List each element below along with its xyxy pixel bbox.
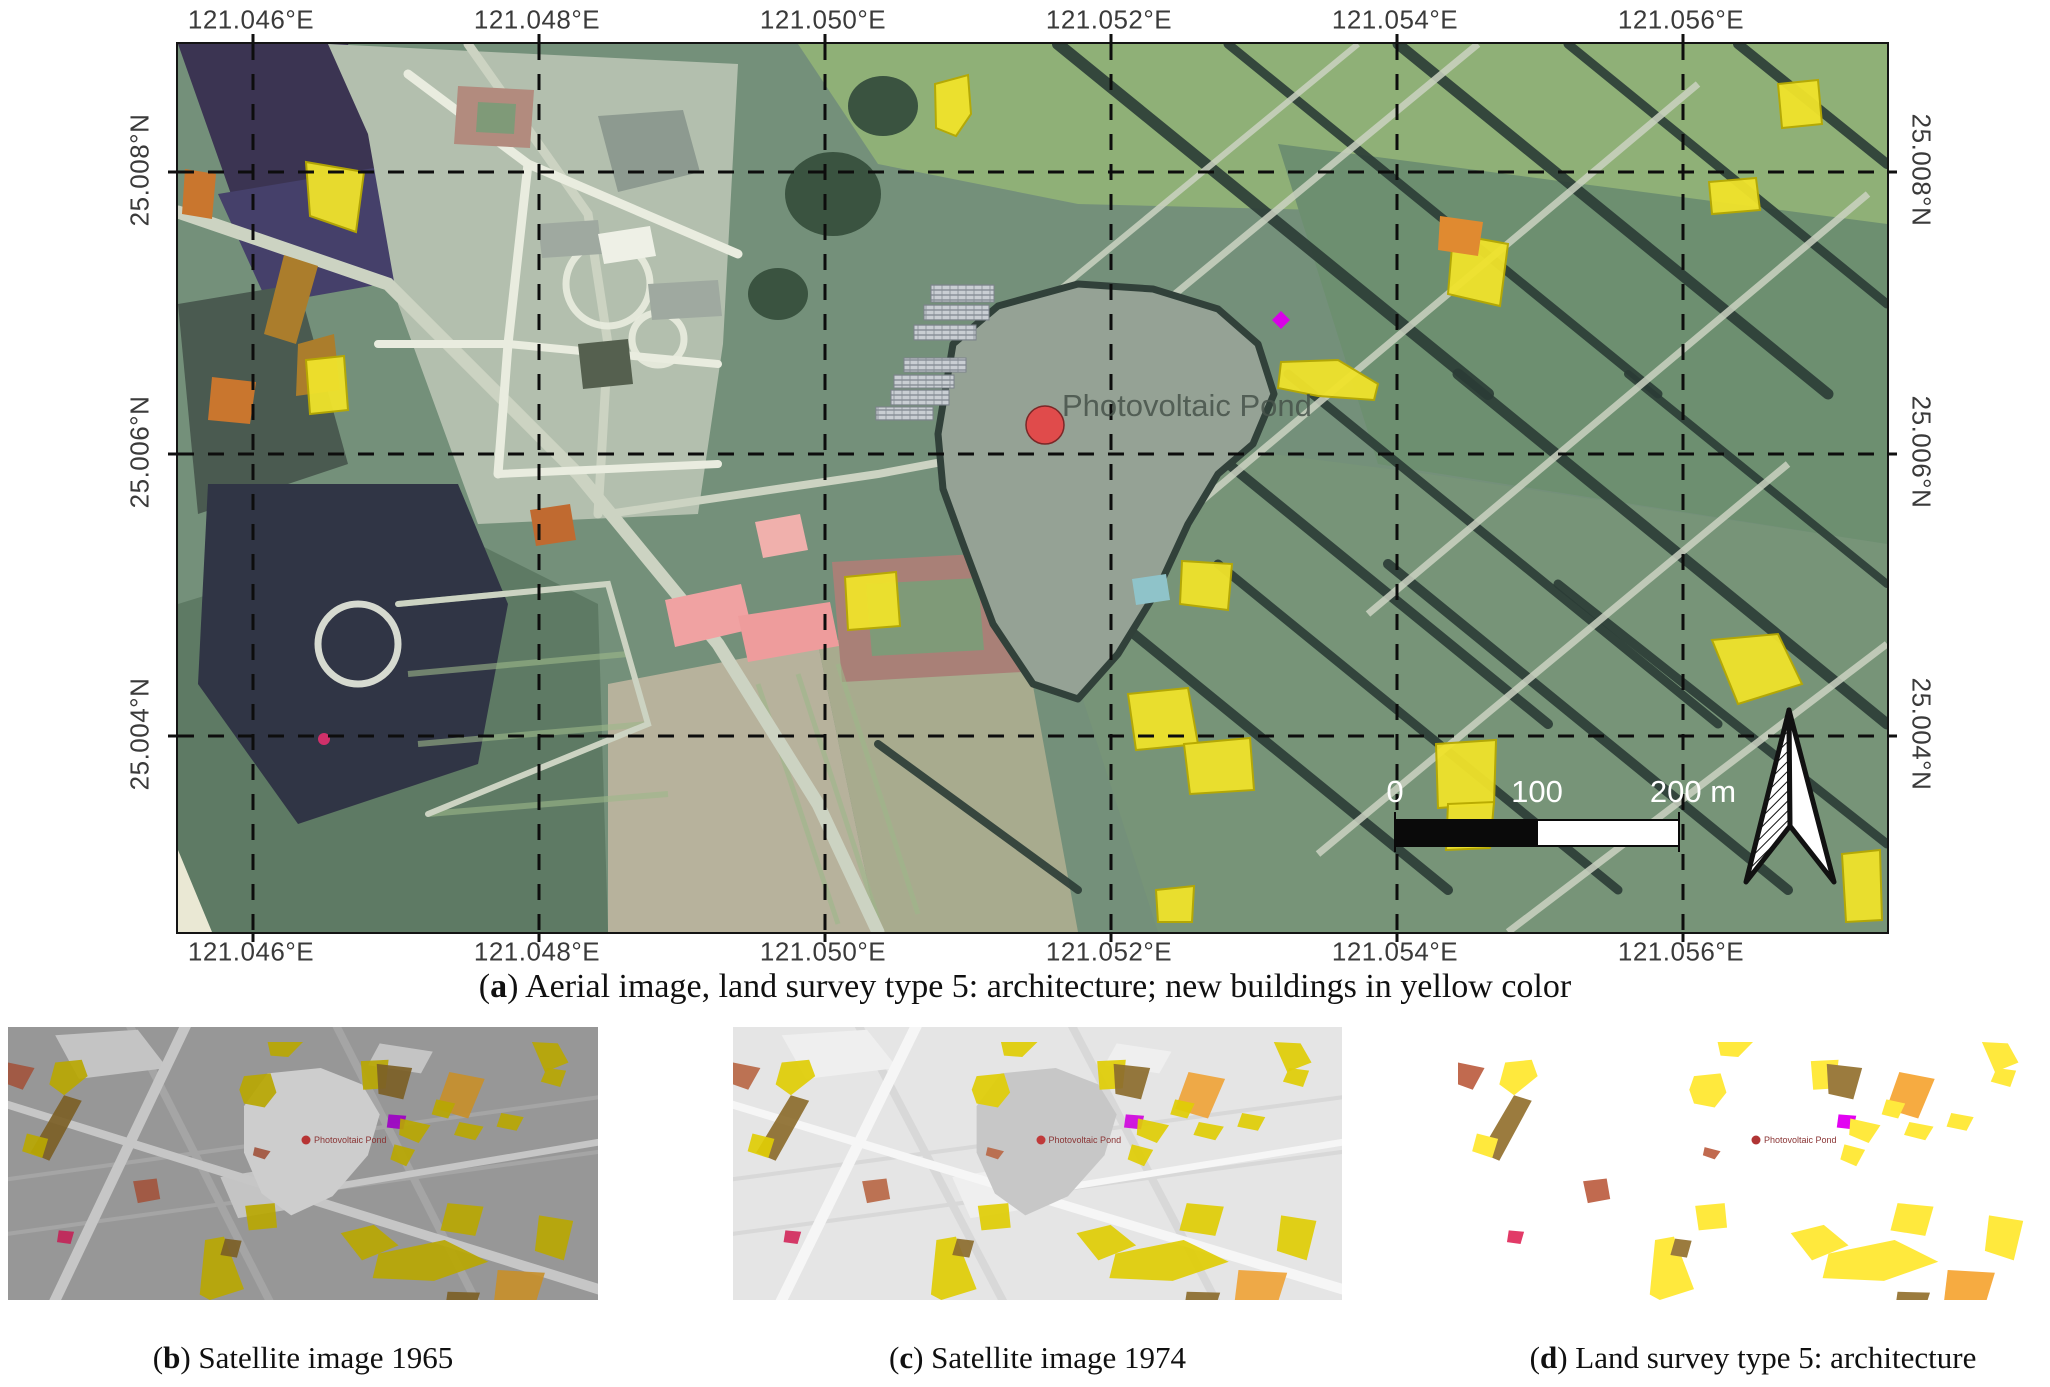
pond-tiny-label: Photovoltaic Pond (314, 1135, 387, 1145)
caption-panel-a: (a) Aerial image, land survey type 5: ar… (0, 968, 2050, 1006)
caption-panel-c: (c) Satellite image 1974 (733, 1340, 1342, 1376)
lat-label-right: 25.008°N (1906, 114, 1937, 227)
scalebar-label: 100 (1511, 774, 1563, 809)
caption-b-paren: ( (153, 1340, 163, 1375)
lat-label-right: 25.006°N (1906, 396, 1937, 509)
lon-label-top: 121.046°E (188, 5, 314, 36)
scalebar-white-segment (1537, 820, 1679, 846)
pond-marker-circle (1026, 406, 1064, 444)
caption-d-paren-close: ) (1557, 1340, 1575, 1375)
panel-b-canvas (8, 1027, 598, 1300)
caption-d-text: Land survey type 5: architecture (1575, 1340, 1976, 1375)
caption-c-paren-close: ) (913, 1340, 931, 1375)
panel-b-satellite-1965 (8, 1027, 598, 1300)
figure-page: Photovoltaic Pond 0 100 200 m 121.046°E 121.… (0, 0, 2050, 1387)
caption-b-paren-close: ) (180, 1340, 198, 1375)
panel-a-aerial-map: Photovoltaic Pond 0 100 200 m (176, 42, 1889, 934)
panel-c-satellite-1974 (733, 1027, 1342, 1300)
caption-panel-d: (d) Land survey type 5: architecture (1458, 1340, 2048, 1376)
panel-d-land-survey (1458, 1027, 2048, 1300)
scalebar-label: 0 (1386, 774, 1403, 809)
caption-a-text: Aerial image, land survey type 5: archit… (525, 968, 1571, 1005)
lon-label-bottom: 121.056°E (1618, 937, 1744, 968)
caption-b-letter: b (163, 1340, 180, 1375)
lon-label-bottom: 121.046°E (188, 937, 314, 968)
caption-c-paren: ( (889, 1340, 899, 1375)
lon-label-top: 121.054°E (1332, 5, 1458, 36)
lat-label-right: 25.004°N (1906, 678, 1937, 791)
scalebar-label: 200 m (1650, 774, 1736, 809)
lon-label-top: 121.048°E (474, 5, 600, 36)
aerial-map-canvas: Photovoltaic Pond 0 100 200 m (178, 44, 1887, 932)
caption-d-letter: d (1540, 1340, 1557, 1375)
scalebar-black-segment (1395, 820, 1537, 846)
lat-label-left: 25.008°N (125, 114, 156, 227)
lon-label-top: 121.052°E (1046, 5, 1172, 36)
caption-a-letter: a (490, 968, 507, 1005)
caption-a-paren-close: ) (507, 968, 525, 1005)
lat-label-left: 25.004°N (125, 678, 156, 791)
caption-c-letter: c (899, 1340, 913, 1375)
caption-a-paren: ( (479, 968, 490, 1005)
lat-label-left: 25.006°N (125, 396, 156, 509)
pond-marker-dot (1036, 1136, 1045, 1145)
lon-label-top: 121.050°E (760, 5, 886, 36)
lon-label-bottom: 121.052°E (1046, 937, 1172, 968)
lon-label-bottom: 121.050°E (760, 937, 886, 968)
pond-marker-dot (1751, 1136, 1760, 1145)
panel-c-canvas (733, 1027, 1342, 1300)
pond-marker-dot (301, 1136, 310, 1145)
lon-label-bottom: 121.054°E (1332, 937, 1458, 968)
pond-tiny-label: Photovoltaic Pond (1049, 1135, 1122, 1145)
pond-label: Photovoltaic Pond (1062, 388, 1312, 423)
caption-c-text: Satellite image 1974 (931, 1340, 1186, 1375)
pond-tiny-label: Photovoltaic Pond (1764, 1135, 1837, 1145)
caption-panel-b: (b) Satellite image 1965 (8, 1340, 598, 1376)
lon-label-bottom: 121.048°E (474, 937, 600, 968)
panel-d-canvas (1458, 1027, 2048, 1300)
caption-b-text: Satellite image 1965 (198, 1340, 453, 1375)
caption-d-paren: ( (1530, 1340, 1540, 1375)
lon-label-top: 121.056°E (1618, 5, 1744, 36)
